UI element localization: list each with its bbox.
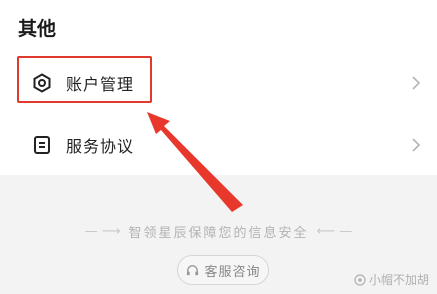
watermark: 小帽不加胡 bbox=[354, 271, 429, 288]
annotation-highlight-box bbox=[17, 56, 152, 103]
chevron-right-icon bbox=[412, 138, 421, 152]
document-icon bbox=[34, 136, 50, 154]
chevron-right-icon bbox=[412, 76, 421, 90]
dash-right-decoration: ⟵ — bbox=[316, 224, 353, 239]
customer-service-button[interactable]: 客服咨询 bbox=[177, 255, 269, 285]
service-agreement-label: 服务协议 bbox=[66, 137, 135, 156]
security-note-text: 智领星辰保障您的信息安全 bbox=[128, 226, 309, 241]
security-note: — ⟶ 智领星辰保障您的信息安全 ⟵ — bbox=[0, 222, 437, 241]
customer-service-label: 客服咨询 bbox=[204, 264, 261, 280]
section-title: 其他 bbox=[18, 18, 57, 40]
dash-left-decoration: — ⟶ bbox=[84, 224, 121, 239]
watermark-text: 小帽不加胡 bbox=[368, 273, 429, 287]
headset-icon bbox=[187, 264, 199, 275]
watermark-logo-icon bbox=[354, 273, 366, 286]
service-agreement-row[interactable]: 服务协议 bbox=[0, 116, 437, 174]
